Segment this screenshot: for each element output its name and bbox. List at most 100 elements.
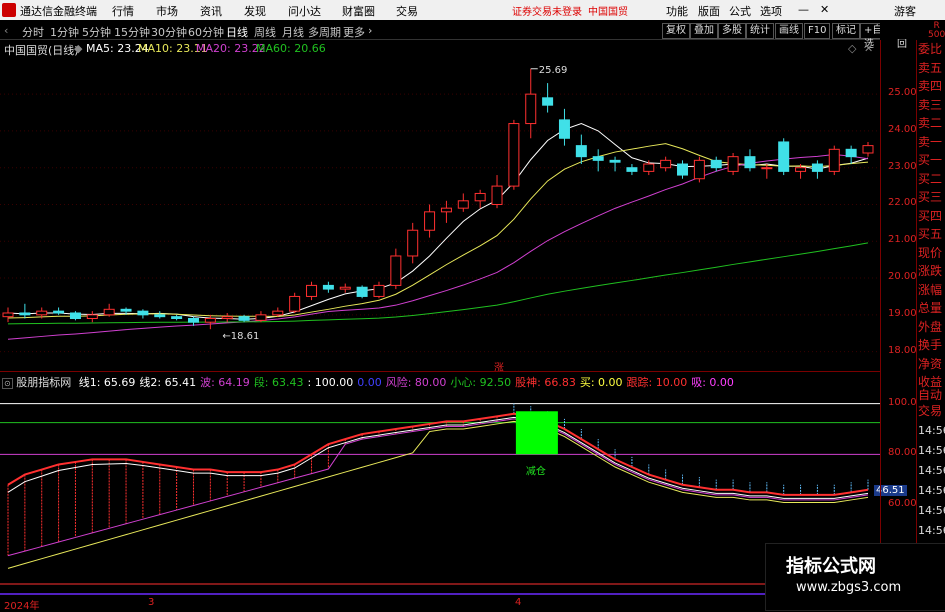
indicator-tick: 60.00 [888,498,917,509]
quote-field: 卖一 [918,134,943,149]
wave-line [7,418,869,557]
tab-60min[interactable]: 60分钟 [188,24,224,40]
quote-field: 买三 [918,190,943,204]
candle-body [609,159,621,163]
user-label[interactable]: 游客 [894,3,916,19]
candle-body [710,159,722,169]
price-tick: 25.00 [888,87,917,99]
draw-button[interactable]: 画线 [775,23,803,39]
menu-function[interactable]: 功能 [666,3,688,19]
price-tick: 20.00 [888,271,917,283]
tab-timeshare[interactable]: 分时 [22,24,44,40]
candle-body [120,308,132,312]
candle-body [187,318,199,323]
multi-stock-button[interactable]: 多股 [718,23,746,39]
tab-daily[interactable]: 日线 [226,24,248,40]
watermark-url: www.zbgs3.com [796,580,902,595]
candle-body [373,284,385,297]
tab-multi-period[interactable]: 多周期 [308,24,341,40]
candle-body [811,163,823,172]
candle-body [2,312,14,318]
watermark-title: 指标公式网 [786,556,876,577]
tab-monthly[interactable]: 月线 [282,24,304,40]
indicator-tick: 100.0 [888,396,917,408]
line2 [7,416,869,499]
tab-1min[interactable]: 1分钟 [50,24,79,40]
candle-body [592,156,604,161]
login-warning[interactable]: 证券交易未登录 [512,3,582,18]
tab-15min[interactable]: 15分钟 [114,24,150,40]
menu-item-wealth[interactable]: 财富圈 [342,3,375,19]
toolbar-arrow-icon[interactable]: ‹ [4,24,8,37]
quote-field: 买四 [918,208,943,223]
more-chevron-icon[interactable]: › [368,24,372,37]
candle-body [525,93,537,125]
menu-item-trade[interactable]: 交易 [396,3,418,19]
reduce-box [515,411,558,455]
candle-body [19,312,31,316]
tab-30min[interactable]: 30分钟 [151,24,187,40]
overlay-button[interactable]: 叠加 [690,23,718,39]
candle-body [238,316,250,321]
tick-time: 14:56 [918,524,945,537]
close-icon[interactable]: ✕ [820,3,829,16]
quote-field: 涨幅 [918,282,943,297]
low-price-label: ←18.61 [222,331,259,342]
year-label: 2024年 [4,601,40,612]
quote-field: 现价 [918,245,943,260]
candle-body [845,148,857,158]
candle-body [53,310,65,314]
price-tick: 21.00 [888,234,917,246]
price-tick: 22.00 [888,197,917,209]
ma10-line [7,143,869,319]
candle-body [761,167,773,170]
menu-formula[interactable]: 公式 [729,3,751,19]
candle-body [272,310,284,316]
ma60-line [7,242,869,325]
watermark: 指标公式网 www.zbgs3.com [765,543,945,611]
tick-time: 14:56 [918,504,945,517]
price-tick: 23.00 [888,160,917,172]
mark-button[interactable]: 标记 [832,23,860,39]
price-tick: 24.00 [888,123,917,135]
tab-weekly[interactable]: 周线 [254,24,276,40]
auto-trade-label[interactable]: 交易 [918,402,945,420]
menu-layout[interactable]: 版面 [698,3,720,19]
candle-body [171,316,183,320]
menu-item-news[interactable]: 资讯 [200,3,222,19]
tick-time: 14:56 [918,484,945,497]
tab-5min[interactable]: 5分钟 [82,24,111,40]
candle-body [356,286,368,297]
candle-body [103,308,115,316]
candlestick-chart[interactable]: 25.69 ←18.61 [0,40,880,370]
app-logo-icon [2,3,16,17]
menu-item-ask[interactable]: 问小达 [288,3,321,19]
quote-field: 净资 [918,356,943,371]
candle-body [744,156,756,169]
menu-item-quotes[interactable]: 行情 [112,3,134,19]
indicator-chart[interactable]: 减仓 [0,386,880,596]
minimize-icon[interactable]: — [798,3,809,16]
candle-body [289,295,301,312]
quote-field: 卖二 [918,116,943,130]
tick-time: 14:56 [918,444,945,457]
menu-item-market[interactable]: 市场 [156,3,178,19]
candle-body [795,167,807,172]
quote-field: 外盘 [918,319,943,334]
candle-body [474,192,486,202]
candle-body [322,284,334,290]
app-title: 通达信金融终端 [20,5,97,18]
f10-button[interactable]: F10 [804,23,831,39]
stats-button[interactable]: 统计 [746,23,774,39]
adjust-button[interactable]: 复权 [662,23,690,39]
candle-body [862,145,874,154]
ma5-line [7,123,869,320]
high-price-label: 25.69 [539,65,568,76]
candle-body [828,148,840,172]
quote-field: 卖三 [918,97,943,112]
tick-time: 14:56 [918,464,945,477]
menu-options[interactable]: 选项 [760,3,782,19]
candle-body [407,229,419,257]
tab-more[interactable]: 更多 [343,24,365,40]
menu-item-discover[interactable]: 发现 [244,3,266,19]
